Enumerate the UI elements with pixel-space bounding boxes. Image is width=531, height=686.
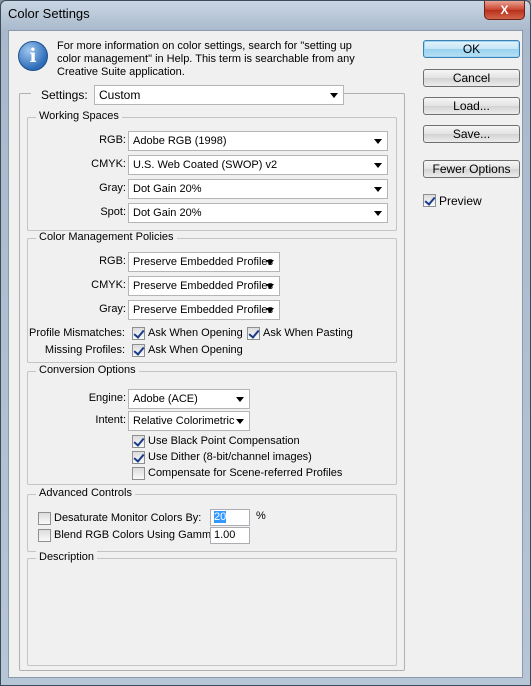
- working-spaces-group: Working Spaces RGB: Adobe RGB (1998) CMY…: [27, 110, 397, 231]
- policies-group: Color Management Policies RGB: Preserve …: [27, 231, 397, 363]
- ws-cmyk-label: CMYK:: [91, 158, 126, 170]
- info-icon: i: [18, 41, 48, 71]
- chevron-down-icon: [236, 419, 244, 424]
- ask-when-opening-label: Ask When Opening: [148, 327, 243, 339]
- ws-gray-label: Gray:: [99, 182, 126, 194]
- settings-label: Settings:: [31, 87, 98, 103]
- dither-label: Use Dither (8-bit/channel images): [148, 451, 312, 463]
- policy-gray-dropdown[interactable]: Preserve Embedded Profiles: [128, 300, 280, 320]
- chevron-down-icon: [266, 260, 274, 265]
- chevron-down-icon: [266, 308, 274, 313]
- policy-rgb-value: Preserve Embedded Profiles: [133, 256, 274, 268]
- intent-value: Relative Colorimetric: [133, 415, 235, 427]
- scene-referred-label: Compensate for Scene-referred Profiles: [148, 467, 343, 479]
- black-point-checkbox[interactable]: [132, 435, 145, 448]
- desaturate-value: 20: [214, 511, 227, 523]
- ws-gray-dropdown[interactable]: Dot Gain 20%: [128, 179, 388, 199]
- policies-title: Color Management Policies: [36, 231, 177, 243]
- conversion-group: Conversion Options Engine: Adobe (ACE) I…: [27, 364, 397, 485]
- info-line-1: For more information on color settings, …: [57, 40, 352, 52]
- desaturate-label: Desaturate Monitor Colors By:: [54, 512, 202, 524]
- color-settings-window: Color Settings X i For more information …: [0, 0, 531, 686]
- missing-profiles-label: Missing Profiles:: [44, 344, 125, 356]
- info-message: For more information on color settings, …: [57, 40, 357, 79]
- policy-rgb-label: RGB:: [99, 255, 126, 267]
- settings-dropdown[interactable]: Custom: [94, 85, 344, 105]
- description-group: Description: [27, 551, 397, 666]
- close-button[interactable]: X: [484, 1, 525, 20]
- blend-gamma-input[interactable]: 1.00: [210, 527, 250, 544]
- window-title: Color Settings: [8, 6, 90, 21]
- policy-rgb-dropdown[interactable]: Preserve Embedded Profiles: [128, 252, 280, 272]
- ask-when-pasting-label: Ask When Pasting: [263, 327, 353, 339]
- ws-cmyk-dropdown[interactable]: U.S. Web Coated (SWOP) v2: [128, 155, 388, 175]
- black-point-label: Use Black Point Compensation: [148, 435, 300, 447]
- ws-spot-value: Dot Gain 20%: [133, 207, 202, 219]
- ws-cmyk-value: U.S. Web Coated (SWOP) v2: [133, 159, 278, 171]
- chevron-down-icon: [374, 211, 382, 216]
- ws-rgb-label: RGB:: [99, 134, 126, 146]
- intent-label: Intent:: [95, 414, 126, 426]
- policy-gray-label: Gray:: [99, 303, 126, 315]
- intent-dropdown[interactable]: Relative Colorimetric: [128, 411, 250, 431]
- info-line-3: Creative Suite application.: [57, 66, 185, 78]
- save-button[interactable]: Save...: [423, 125, 520, 143]
- advanced-title: Advanced Controls: [36, 487, 135, 499]
- chevron-down-icon: [374, 139, 382, 144]
- info-line-2: color management" in Help. This term is …: [57, 53, 355, 65]
- ws-gray-value: Dot Gain 20%: [133, 183, 202, 195]
- desaturate-checkbox[interactable]: [38, 512, 51, 525]
- settings-value: Custom: [99, 88, 141, 102]
- missing-ask-when-opening-checkbox[interactable]: [132, 344, 145, 357]
- blend-gamma-label: Blend RGB Colors Using Gamma:: [54, 529, 221, 541]
- policy-cmyk-label: CMYK:: [91, 279, 126, 291]
- engine-label: Engine:: [88, 392, 126, 404]
- chevron-down-icon: [374, 163, 382, 168]
- conversion-title: Conversion Options: [36, 364, 139, 376]
- description-title: Description: [36, 551, 98, 563]
- load-button[interactable]: Load...: [423, 97, 520, 115]
- chevron-down-icon: [266, 284, 274, 289]
- cancel-button[interactable]: Cancel: [423, 69, 520, 87]
- desaturate-input[interactable]: 20: [210, 509, 250, 526]
- fewer-options-button[interactable]: Fewer Options: [423, 160, 520, 178]
- profile-mismatches-label: Profile Mismatches:: [29, 327, 125, 339]
- ws-spot-dropdown[interactable]: Dot Gain 20%: [128, 203, 388, 223]
- blend-gamma-value: 1.00: [214, 529, 236, 541]
- policy-gray-value: Preserve Embedded Profiles: [133, 304, 274, 316]
- preview-label: Preview: [439, 194, 482, 208]
- ws-spot-label: Spot:: [100, 206, 126, 218]
- blend-gamma-checkbox[interactable]: [38, 529, 51, 542]
- chevron-down-icon: [236, 397, 244, 402]
- ok-button[interactable]: OK: [423, 40, 520, 58]
- dither-checkbox[interactable]: [132, 451, 145, 464]
- ws-rgb-value: Adobe RGB (1998): [133, 135, 227, 147]
- ask-when-opening-checkbox[interactable]: [132, 327, 145, 340]
- policy-cmyk-value: Preserve Embedded Profiles: [133, 280, 274, 292]
- preview-checkbox[interactable]: [423, 194, 436, 207]
- engine-value: Adobe (ACE): [133, 393, 198, 405]
- advanced-group: Advanced Controls Desaturate Monitor Col…: [27, 487, 397, 552]
- engine-dropdown[interactable]: Adobe (ACE): [128, 389, 250, 409]
- missing-ask-when-opening-label: Ask When Opening: [148, 344, 243, 356]
- ws-rgb-dropdown[interactable]: Adobe RGB (1998): [128, 131, 388, 151]
- percent-label: %: [256, 510, 266, 522]
- chevron-down-icon: [374, 187, 382, 192]
- policy-cmyk-dropdown[interactable]: Preserve Embedded Profiles: [128, 276, 280, 296]
- scene-referred-checkbox[interactable]: [132, 467, 145, 480]
- chevron-down-icon: [330, 93, 338, 98]
- ask-when-pasting-checkbox[interactable]: [247, 327, 260, 340]
- dialog-body: i For more information on color settings…: [8, 30, 523, 678]
- title-bar[interactable]: Color Settings X: [1, 1, 530, 29]
- working-spaces-title: Working Spaces: [36, 110, 122, 122]
